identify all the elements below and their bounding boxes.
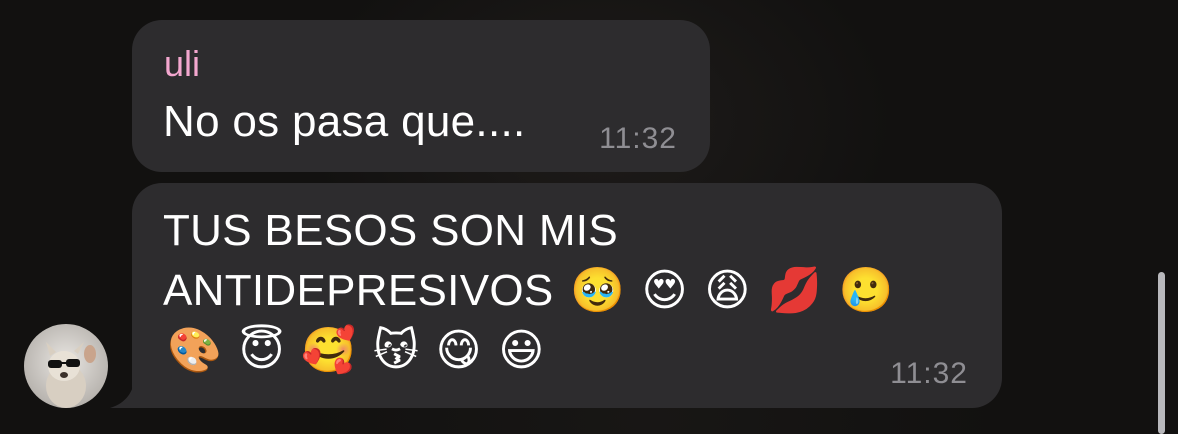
message-bubble[interactable]: TUS BESOS SON MIS ANTIDEPRESIVOS 🥹 😍 😩 💋…	[132, 183, 1002, 408]
kissing-cat-emoji: 😽	[372, 325, 420, 376]
grinning-face-emoji: 😃	[498, 325, 545, 376]
heart-eyes-emoji: 😍	[641, 265, 688, 316]
weary-face-emoji: 😩	[704, 265, 751, 316]
chat-view: uli No os pasa que.... 11:32 TUS BESOS S…	[0, 0, 1178, 434]
smiling-hearts-emoji: 🥰	[301, 325, 357, 376]
message-text: No os pasa que....	[163, 97, 526, 146]
pleading-face-emoji: 🥹	[570, 265, 626, 316]
dog-with-sunglasses-icon	[46, 342, 96, 408]
scrollbar[interactable]	[1158, 272, 1165, 434]
message-text: TUS BESOS SON MIS ANTIDEPRESIVOS 🥹 😍 😩 💋…	[163, 201, 963, 381]
message-text-line: ANTIDEPRESIVOS 🥹 😍 😩 💋 🥲	[163, 261, 963, 321]
sender-name[interactable]: uli	[164, 42, 200, 86]
message-text-line: TUS BESOS SON MIS	[163, 206, 618, 255]
artist-palette-emoji: 🎨	[167, 325, 223, 376]
message-bubble[interactable]: uli No os pasa que.... 11:32	[132, 20, 710, 172]
message-text-segment: ANTIDEPRESIVOS	[163, 266, 554, 315]
yum-face-emoji: 😋	[435, 325, 482, 376]
halo-face-emoji: 😇	[238, 325, 285, 376]
bubble-tail	[110, 382, 150, 408]
kiss-mark-emoji: 💋	[767, 265, 823, 316]
smiling-tear-emoji: 🥲	[838, 265, 894, 316]
message-text-line: 🎨 😇 🥰 😽 😋 😃	[163, 321, 963, 381]
avatar[interactable]	[24, 324, 108, 408]
message-time: 11:32	[890, 357, 968, 390]
message-time: 11:32	[599, 122, 677, 155]
